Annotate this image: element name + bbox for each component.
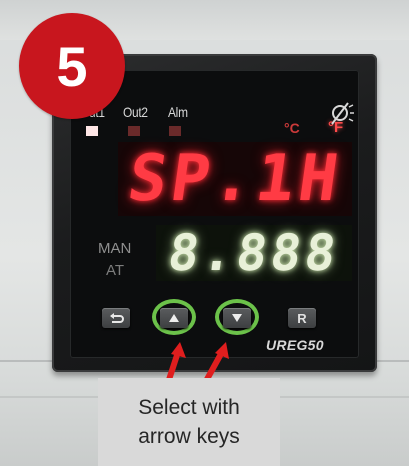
indicator-alm-label: Alm <box>168 104 188 120</box>
step-number-badge: 5 <box>19 13 125 119</box>
out1-led-indicator <box>86 126 98 136</box>
process-value-display: SP.1H <box>118 142 352 216</box>
cycle-arrows-icon <box>110 313 124 323</box>
triangle-up-icon <box>169 314 179 322</box>
celsius-unit-indicator: °C <box>284 120 300 136</box>
sv-readout: 8.888 <box>164 224 344 282</box>
pv-readout: SP.1H <box>123 142 347 216</box>
lightbulb-slash-icon <box>331 102 354 125</box>
indicator-out2-label: Out2 <box>123 104 148 120</box>
man-mode-label: MAN <box>98 240 132 257</box>
model-brand-label: UREG50 <box>266 337 324 353</box>
r-key-button[interactable]: R <box>288 308 316 328</box>
triangle-down-icon <box>232 314 242 322</box>
controller-faceplate: Out1 Out2 Alm °C °F SP.1H MAN AT <box>70 70 359 358</box>
instruction-callout: Select with arrow keys <box>98 378 280 466</box>
alm-led-indicator <box>169 126 181 136</box>
at-mode-label: AT <box>106 262 125 279</box>
out2-led-indicator <box>128 126 140 136</box>
down-arrow-key-button[interactable] <box>223 308 251 328</box>
up-arrow-key-button[interactable] <box>160 308 188 328</box>
cycle-key-button[interactable] <box>102 308 130 328</box>
controller-photo: Out1 Out2 Alm °C °F SP.1H MAN AT <box>0 0 409 466</box>
setpoint-value-display: 8.888 <box>156 224 352 282</box>
